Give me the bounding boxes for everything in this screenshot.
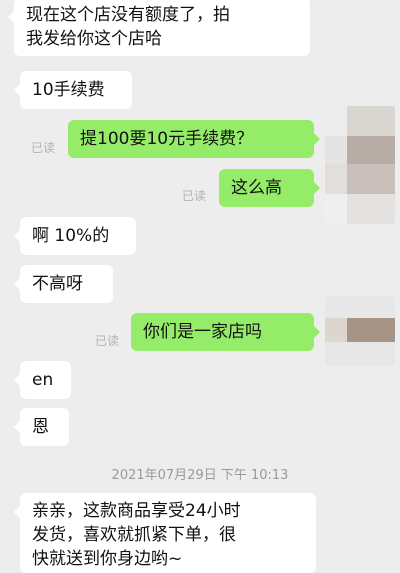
message-text: 你们是一家店吗 — [143, 322, 262, 342]
blurred-avatar-icon[interactable] — [325, 106, 395, 224]
message-bubble-incoming[interactable]: 啊 10%的 — [14, 217, 136, 255]
message-bubble-incoming[interactable]: 不高呀 — [14, 265, 113, 303]
message-text: 啊 10%的 — [32, 226, 110, 246]
blurred-avatar-icon[interactable] — [325, 296, 395, 366]
message-text: 10手续费 — [32, 80, 105, 100]
message-text: 恩 — [32, 417, 49, 437]
message-line: 亲亲，这款商品享受24小时 — [32, 501, 241, 521]
message-bubble-incoming[interactable]: 亲亲，这款商品享受24小时 发货，喜欢就抓紧下单，很 快就送到你身边哟~ — [14, 493, 316, 573]
message-text: en — [32, 370, 54, 390]
message-text: 这么高 — [231, 178, 282, 198]
read-receipt: 已读 — [31, 141, 56, 155]
message-line: 现在这个店没有额度了，拍 — [26, 5, 230, 25]
message-text: 提100要10元手续费？ — [80, 129, 254, 149]
message-text: 不高呀 — [32, 274, 83, 294]
message-bubble-outgoing[interactable]: 提100要10元手续费？ — [68, 120, 320, 158]
read-receipt: 已读 — [95, 334, 120, 348]
message-bubble-incoming[interactable]: 现在这个店没有额度了，拍 我发给你这个店哈 — [8, 0, 310, 56]
message-bubble-incoming[interactable]: en — [14, 361, 71, 399]
message-bubble-outgoing[interactable]: 你们是一家店吗 — [131, 313, 320, 351]
chat-timestamp: 2021年07月29日 下午 10:13 — [111, 468, 289, 483]
message-line: 发货，喜欢就抓紧下单，很 — [32, 525, 236, 545]
read-receipt: 已读 — [182, 189, 207, 203]
message-bubble-incoming[interactable]: 恩 — [14, 408, 69, 446]
message-bubble-incoming[interactable]: 10手续费 — [14, 71, 132, 109]
chat-area[interactable]: 现在这个店没有额度了，拍 我发给你这个店哈 10手续费 已读 提100要10元手… — [0, 0, 400, 573]
message-bubble-outgoing[interactable]: 这么高 — [219, 169, 320, 207]
message-line: 我发给你这个店哈 — [26, 29, 162, 49]
message-line: 快就送到你身边哟~ — [32, 549, 183, 569]
